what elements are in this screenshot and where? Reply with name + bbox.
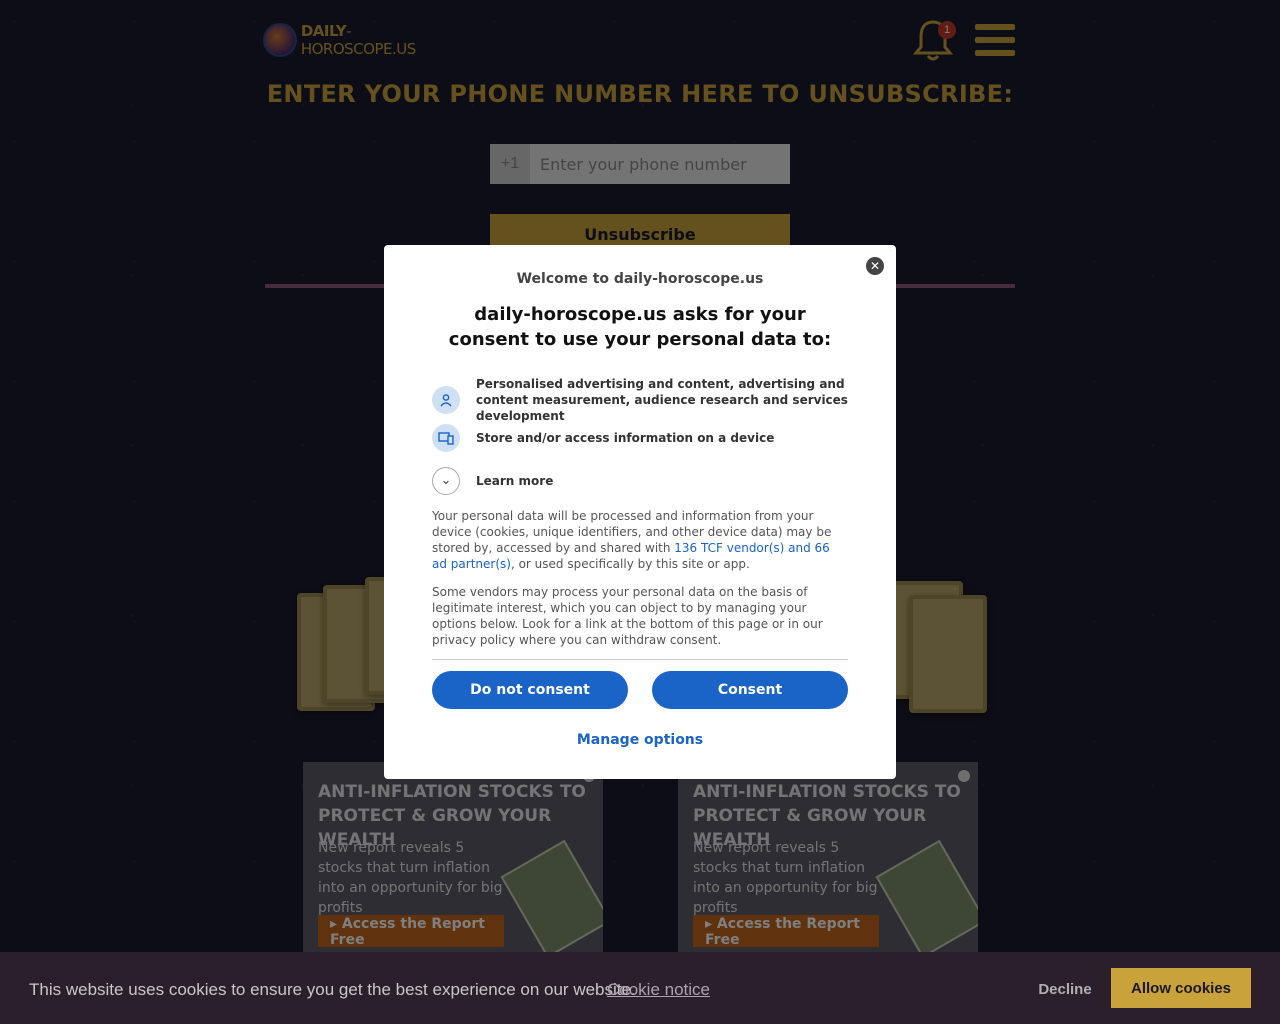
chevron-down-icon[interactable]: ⌄ [432,467,460,495]
consent-dialog: ✕ Welcome to daily-horoscope.us daily-ho… [384,245,896,779]
cookie-notice-link[interactable]: Cookie notice [607,980,710,1000]
purpose-item: Store and/or access information on a dev… [432,424,848,452]
dialog-separator [432,659,848,660]
devices-icon [432,424,460,452]
paragraph-text: , or used specifically by this site or a… [510,557,750,571]
decline-cookies-button[interactable]: Decline [1025,970,1105,1008]
manage-options-link[interactable]: Manage options [384,732,896,748]
learn-more-toggle[interactable]: ⌄ Learn more [432,467,848,495]
person-icon [432,386,460,414]
data-processing-paragraph: Your personal data will be processed and… [432,508,848,572]
allow-cookies-button[interactable]: Allow cookies [1111,968,1251,1008]
purpose-text: Store and/or access information on a dev… [476,431,775,445]
legitimate-interest-paragraph: Some vendors may process your personal d… [432,585,823,647]
purpose-text: Personalised advertising and content, ad… [476,377,848,423]
do-not-consent-button[interactable]: Do not consent [432,671,628,709]
dialog-title: daily-horoscope.us asks for your consent… [448,304,832,350]
purpose-item: Personalised advertising and content, ad… [432,376,848,424]
dialog-welcome: Welcome to daily-horoscope.us [516,271,764,287]
cookie-message: This website uses cookies to ensure you … [29,980,636,999]
consent-button[interactable]: Consent [652,671,848,709]
learn-more-label: Learn more [476,474,554,488]
